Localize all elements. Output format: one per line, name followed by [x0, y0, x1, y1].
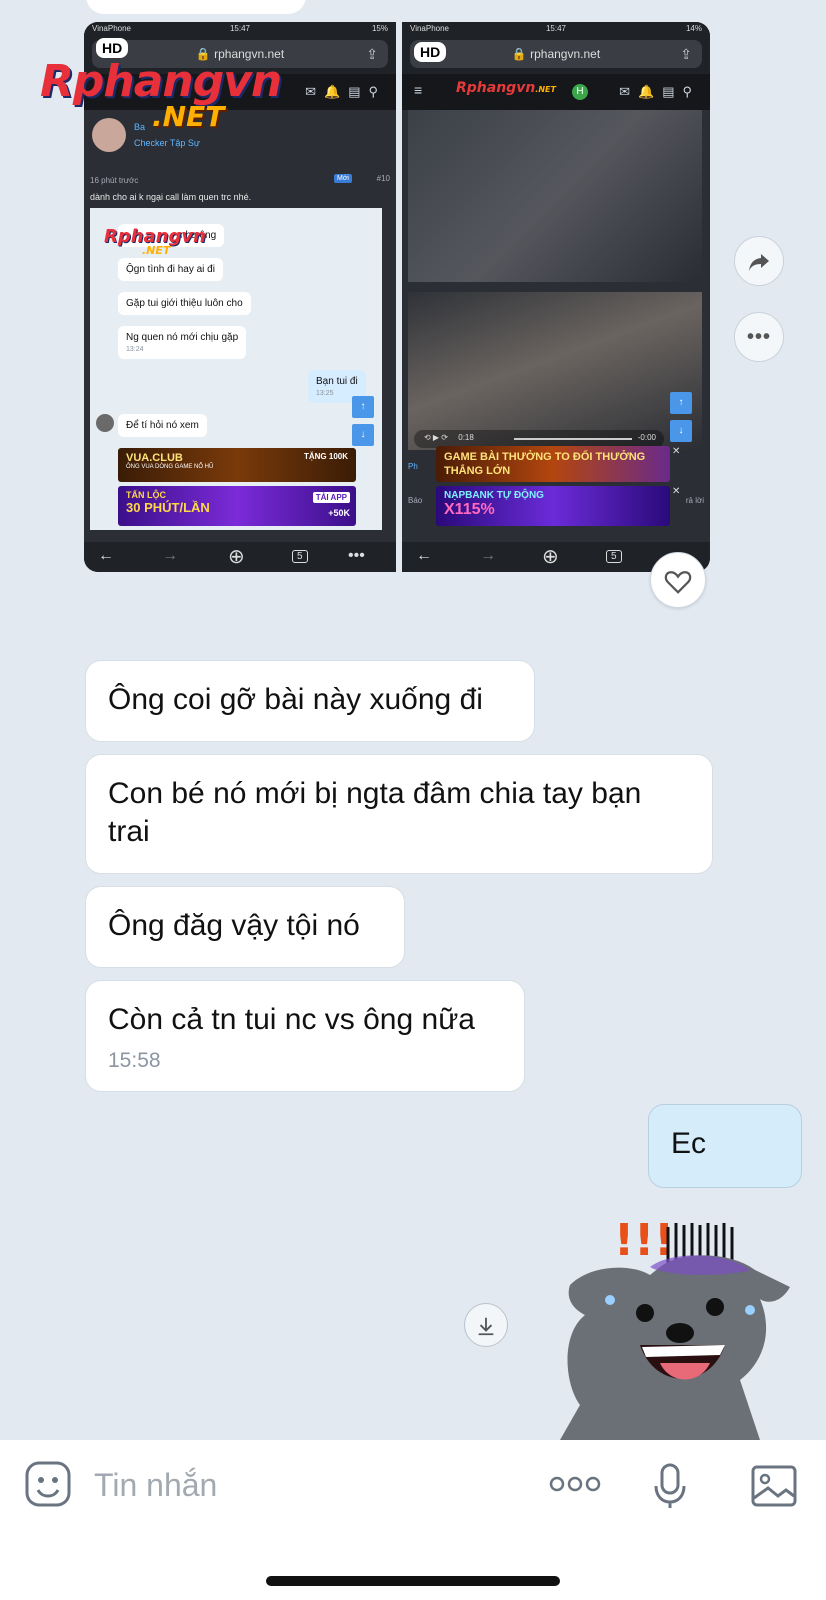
hd-badge: HD — [414, 42, 447, 62]
status-time: 15:47 — [229, 24, 251, 33]
side-text: Báo — [408, 496, 423, 505]
emoji-icon[interactable] — [24, 1460, 72, 1513]
inner-message: Để tí hỏi nó xem — [118, 414, 207, 437]
shared-image-right[interactable]: VinaPhone 15:47 14% HD 🔒 rphangvn.net ⇪ … — [402, 22, 710, 572]
side-text: Ph — [408, 462, 418, 471]
tabs-count: 5 — [606, 550, 622, 563]
message-bubble[interactable]: Ông coi gỡ bài này xuống đi — [85, 660, 535, 742]
ad-banner-napbank: NẠPBANK TỰ ĐỘNG X115% — [436, 486, 670, 526]
scroll-up-icon: ↑ — [352, 396, 374, 418]
avatar — [92, 118, 126, 152]
new-badge: Mới — [334, 174, 352, 183]
watermark-logo-small-net: .NET — [142, 244, 171, 257]
message-input-bar: Tin nhắn — [0, 1440, 826, 1600]
hd-badge: HD — [96, 38, 129, 58]
download-icon[interactable] — [464, 1303, 508, 1347]
user-name: Ba — [134, 122, 146, 132]
scroll-down-icon: ↓ — [670, 420, 692, 442]
lock-icon: 🔒 — [511, 47, 527, 61]
status-bar: VinaPhone 15:47 15% — [84, 22, 396, 36]
scroll-down-icon: ↓ — [352, 424, 374, 446]
more-options-icon[interactable] — [548, 1474, 602, 1499]
inner-message: Ộgn tình đi hay ai đi — [118, 258, 223, 281]
message-bubble[interactable]: Còn cả tn tui nc vs ông nữa 15:58 — [85, 980, 525, 1092]
share-icon: ⇪ — [680, 46, 692, 62]
url-text: rphangvn.net — [530, 47, 601, 61]
progress-bar — [514, 438, 632, 440]
forward-icon[interactable] — [734, 236, 784, 286]
share-icon: ⇪ — [366, 46, 378, 62]
avatar: H — [572, 84, 588, 100]
battery-level: 14% — [685, 24, 702, 33]
back-icon: ← — [98, 547, 114, 564]
new-tab-icon: ⊕ — [228, 546, 245, 568]
message-text: Con bé nó mới bị ngta đâm chia tay bạn t… — [108, 777, 642, 848]
dog-illustration — [560, 1223, 790, 1440]
message-text: Ec — [671, 1127, 707, 1160]
post-text: dành cho ai k ngại call làm quen trc nhé… — [84, 190, 396, 204]
scroll-up-icon: ↑ — [670, 392, 692, 414]
rewind-icon: ⟲ ▶ ⟳ — [424, 433, 449, 442]
message-bubble[interactable]: Ông đăg vậy tội nó — [85, 886, 405, 968]
my-message-bubble[interactable]: Ec — [648, 1104, 802, 1188]
video-thumbnail-top — [408, 110, 702, 282]
home-indicator — [266, 1576, 560, 1586]
forward-nav-icon: → — [162, 547, 178, 564]
watermark-logo-net: .NET — [152, 100, 225, 133]
battery-level: 15% — [371, 24, 388, 33]
close-icon: ✕ — [672, 446, 681, 457]
back-icon: ← — [416, 547, 432, 564]
avatar — [96, 414, 114, 432]
ad-banner-vua: VUA.CLUB TẶNG 100K ÔNG VUA DÒNG GAME NỔ … — [118, 448, 356, 482]
side-text: rả lời — [685, 496, 704, 505]
more-menu-icon: ••• — [348, 547, 365, 564]
video-thumbnail-bottom — [408, 292, 702, 450]
player-remaining: -0:00 — [637, 433, 656, 442]
embedded-chat-screenshot: nha ông Ộgn tình đi hay ai đi Gặp tui gi… — [90, 208, 382, 530]
close-icon: ✕ — [672, 486, 681, 497]
inner-message: Gặp tui giới thiệu luôn cho — [118, 292, 251, 315]
tabs-count: 5 — [292, 550, 308, 563]
new-tab-icon: ⊕ — [542, 546, 559, 568]
forward-nav-icon: → — [480, 547, 496, 564]
status-time: 15:47 — [545, 24, 567, 33]
message-text: Ông đăg vậy tội nó — [108, 909, 360, 942]
player-elapsed: 0:18 — [458, 433, 474, 442]
browser-url-bar: HD 🔒 rphangvn.net ⇪ — [402, 36, 710, 74]
previous-message-bubble — [86, 0, 306, 14]
nav-icons: ✉🔔▤⚲ — [619, 84, 700, 99]
post-time: 16 phút trước — [90, 176, 139, 185]
message-text: Còn cả tn tui nc vs ông nữa — [108, 1003, 475, 1036]
browser-bottom-bar: ← → ⊕ 5 ••• — [84, 542, 396, 572]
message-input[interactable]: Tin nhắn — [94, 1467, 217, 1504]
site-logo: Rphangvn.NET — [456, 80, 556, 96]
ad-banner-b29: TẤN LỘC 30 PHÚT/LẦN TẢI APP +50K — [118, 486, 356, 526]
gallery-icon[interactable] — [750, 1464, 798, 1513]
more-icon[interactable]: ••• — [734, 312, 784, 362]
message-time: 15:58 — [108, 1049, 161, 1072]
mic-icon[interactable] — [652, 1462, 688, 1515]
forum-post-header: Ba Checker Tập Sự 16 phút trước Mới #10 — [84, 110, 396, 190]
nav-icons: ✉🔔▤⚲ — [305, 84, 386, 99]
heart-icon[interactable] — [650, 552, 706, 608]
message-text: Ông coi gỡ bài này xuống đi — [108, 683, 483, 716]
inner-message: Ng quen nó mới chịu gặp 13:24 — [118, 326, 247, 359]
status-bar: VinaPhone 15:47 14% — [402, 22, 710, 36]
post-number: #10 — [376, 174, 390, 183]
dog-sticker[interactable]: !!! — [560, 1215, 800, 1440]
menu-icon: ≡ — [414, 82, 423, 98]
user-role: Checker Tập Sự — [134, 138, 200, 148]
message-bubble[interactable]: Con bé nó mới bị ngta đâm chia tay bạn t… — [85, 754, 713, 874]
chat-area: VinaPhone 15:47 15% 🔒 rphangvn.net ⇪ ✉🔔▤… — [0, 0, 826, 1440]
ad-banner-game: GAME BÀI THƯỞNG TO ĐỔI THƯỞNG THẮNG LỚN — [436, 446, 670, 482]
site-navbar: ≡ Rphangvn.NET H ✉🔔▤⚲ — [402, 74, 710, 110]
